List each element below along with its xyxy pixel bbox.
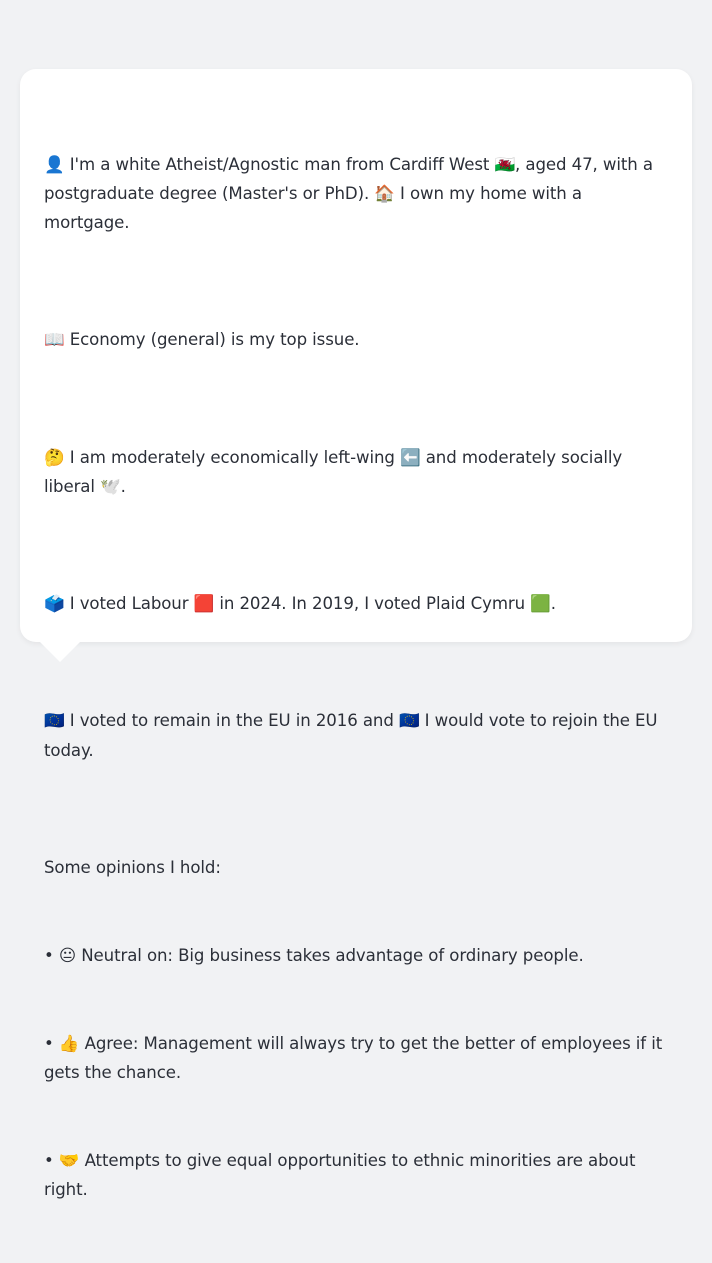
bubble-tail — [40, 642, 80, 662]
voting-history-paragraph: 🗳️ I voted Labour 🟥 in 2024. In 2019, I … — [44, 594, 556, 614]
eu-paragraph: 🇪🇺 I voted to remain in the EU in 2016 a… — [44, 711, 663, 760]
opinions-heading: Some opinions I hold: — [44, 857, 221, 877]
ideology-paragraph: 🤔 I am moderately economically left-wing… — [44, 447, 628, 496]
message-text: 👤 I'm a white Atheist/Agnostic man from … — [44, 91, 668, 1263]
opinion-item: • 😐 Neutral on: Big business takes advan… — [44, 945, 584, 965]
opinion-item: • 🤝 Attempts to give equal opportunities… — [44, 1150, 641, 1199]
top-issue-paragraph: 📖 Economy (general) is my top issue. — [44, 330, 360, 350]
message-bubble: 👤 I'm a white Atheist/Agnostic man from … — [20, 69, 692, 1199]
opinion-item: • 👍 Agree: Management will always try to… — [44, 1033, 668, 1082]
demographics-paragraph: 👤 I'm a white Atheist/Agnostic man from … — [44, 154, 659, 233]
